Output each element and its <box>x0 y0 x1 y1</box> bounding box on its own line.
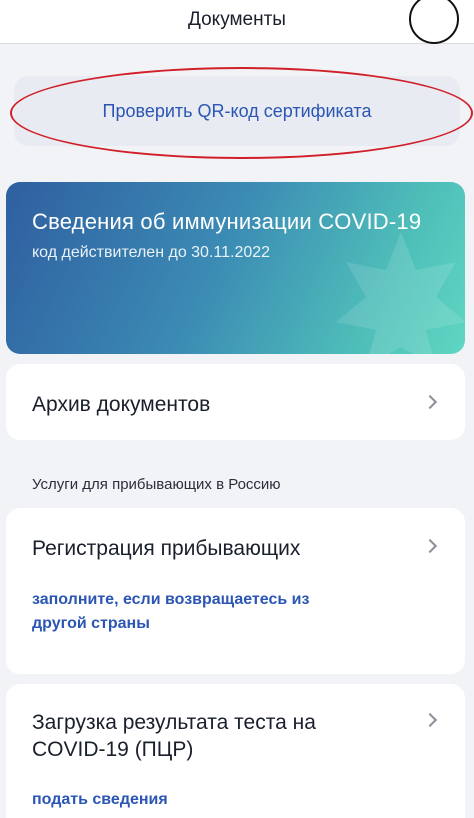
chevron-right-icon <box>422 712 438 728</box>
chevron-right-icon <box>422 538 438 554</box>
registration-card[interactable]: Регистрация прибывающих заполните, если … <box>6 508 465 674</box>
check-qr-label: Проверить QR-код сертификата <box>102 100 372 121</box>
registration-link-line1[interactable]: заполните, если возвращаетесь из <box>32 588 309 612</box>
registration-link-line2[interactable]: другой страны <box>32 612 150 636</box>
covid-card-validity: код действителен до 30.11.2022 <box>32 244 271 261</box>
chevron-right-icon <box>422 394 438 410</box>
check-qr-button[interactable]: Проверить QR-код сертификата <box>14 76 460 146</box>
test-upload-link[interactable]: подать сведения <box>32 788 168 812</box>
archive-title: Архив документов <box>32 393 211 416</box>
registration-title: Регистрация прибывающих <box>32 537 301 560</box>
covid-card-title: Сведения об иммунизации COVID-19 <box>32 209 422 234</box>
page-title: Документы <box>188 9 286 30</box>
test-upload-title-line1: Загрузка результата теста на <box>32 711 316 734</box>
top-bar: Документы <box>0 0 474 44</box>
covid-certificate-card[interactable]: Сведения об иммунизации COVID-19 код дей… <box>6 182 465 354</box>
virus-shape-icon <box>336 232 465 354</box>
archive-card[interactable]: Архив документов <box>6 364 465 440</box>
test-upload-card[interactable]: Загрузка результата теста на COVID-19 (П… <box>6 684 465 818</box>
section-heading: Услуги для прибывающих в Россию <box>32 476 281 493</box>
test-upload-title-line2: COVID-19 (ПЦР) <box>32 738 194 761</box>
annotation-circle <box>409 0 459 44</box>
